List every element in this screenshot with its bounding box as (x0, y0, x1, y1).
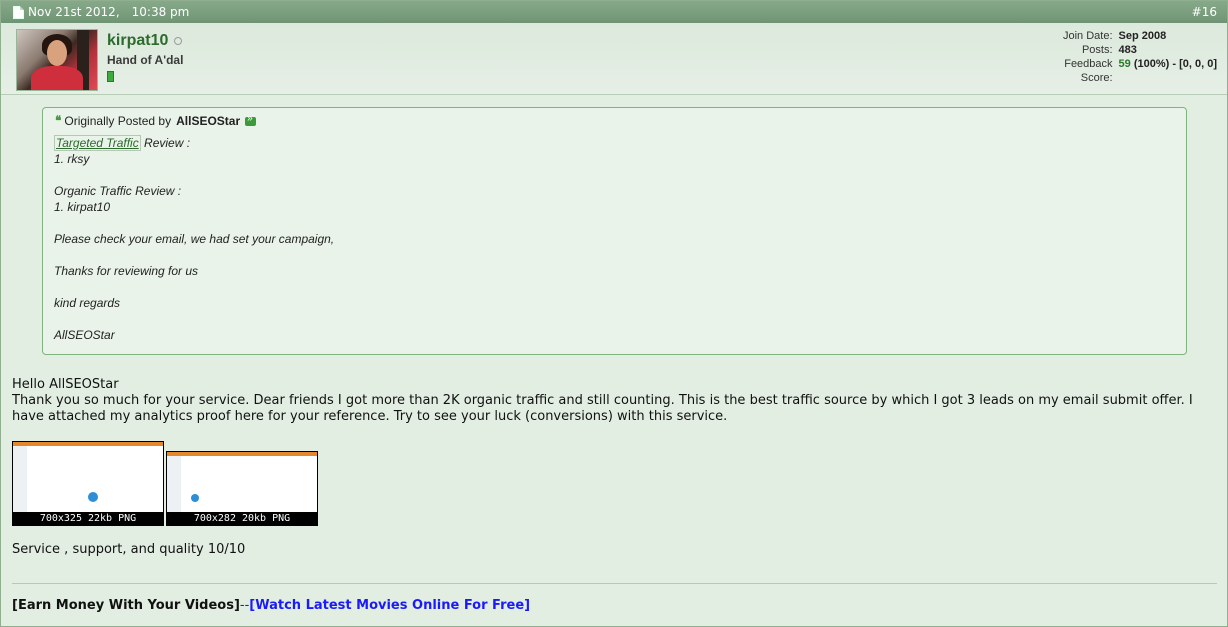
targeted-traffic-link[interactable]: Targeted Traffic (54, 135, 141, 151)
service-rating: Service , support, and quality 10/10 (12, 542, 246, 557)
join-date-label: Join Date: (1063, 30, 1113, 42)
avatar[interactable] (16, 29, 98, 91)
attachment-caption-1: 700x325 22kb PNG (39, 513, 137, 524)
quote-line-3: Organic Traffic Review : (54, 184, 182, 198)
post-header: Nov 21st 2012, 10:38 pm #16 (1, 1, 1227, 23)
posts-label: Posts: (1081, 44, 1113, 56)
post-date: Nov 21st 2012, 10:38 pm (13, 1, 189, 23)
quote-line-2: 1. rksy (54, 152, 90, 166)
posts-value: 483 (1118, 44, 1137, 56)
post-icon (13, 5, 24, 19)
signature-divider (12, 583, 1217, 584)
offline-status-icon (174, 37, 183, 45)
view-post-icon[interactable] (245, 113, 257, 126)
post-date-text: Nov 21st 2012, (28, 5, 120, 19)
quote-icon: ❛❛ (55, 113, 62, 128)
quote-prefix: Originally Posted by (64, 114, 172, 128)
username[interactable]: kirpat10 (107, 32, 168, 50)
feedback-percent: (100%) (1133, 58, 1170, 70)
feedback-detail: - [0, 0, 0] (1172, 58, 1217, 70)
user-info-bar: kirpat10 Hand of A'dal Join Date: Sep 200… (1, 23, 1227, 95)
quote-line-4: 1. kirpat10 (54, 200, 111, 214)
user-title: Hand of A'dal (107, 53, 184, 67)
quote-line-8: AllSEOStar (54, 328, 115, 342)
quote-line-5: Please check your email, we had set your… (54, 232, 335, 246)
forum-post: Nov 21st 2012, 10:38 pm #16 kirpat10 Han… (0, 0, 1228, 627)
signature-separator: -- (239, 598, 250, 613)
quote-line-6: Thanks for reviewing for us (54, 264, 199, 278)
username-link[interactable]: kirpat10 (107, 32, 183, 50)
quote-author: AllSEOStar (176, 114, 241, 128)
quote-body: Targeted Traffic Review : 1. rksy Organi… (54, 135, 334, 343)
post-time-text: 10:38 pm (131, 5, 190, 19)
quote-line-1: Review : (140, 136, 191, 150)
reputation-icon (107, 71, 114, 82)
signature-left: [Earn Money With Your Videos] (12, 598, 240, 613)
feedback-label: Feedback Score: (1064, 58, 1113, 84)
post-number-link[interactable]: #16 (1192, 1, 1217, 23)
message-body: Thank you so much for your service. Dear… (12, 393, 1193, 424)
post-number[interactable]: #16 (1192, 5, 1217, 19)
signature: [Earn Money With Your Videos]--[Watch La… (12, 598, 530, 613)
attachment-caption-2: 700x282 20kb PNG (193, 513, 291, 524)
signature-link[interactable]: [Watch Latest Movies Online For Free] (249, 598, 530, 613)
quote-line-7: kind regards (54, 296, 121, 310)
feedback-score-link[interactable]: 59 (1119, 57, 1131, 85)
attachment-thumb-1[interactable]: 700x325 22kb PNG (12, 441, 164, 526)
attachment-thumbnails: 700x325 22kb PNG 700x282 20kb PNG (12, 441, 318, 526)
attachment-thumb-2[interactable]: 700x282 20kb PNG (166, 451, 318, 526)
quote-header: ❛❛ Originally Posted by AllSEOStar (55, 113, 257, 129)
message-greeting: Hello AllSEOStar (12, 377, 119, 392)
quote-box: ❛❛ Originally Posted by AllSEOStar Targe… (42, 107, 1187, 355)
user-stats: Join Date: Sep 2008 Posts: 483 Feedback Sc… (1033, 29, 1217, 85)
join-date-value: Sep 2008 (1118, 30, 1167, 42)
post-message: Hello AllSEOStar Thank you so much for y… (12, 377, 1222, 425)
